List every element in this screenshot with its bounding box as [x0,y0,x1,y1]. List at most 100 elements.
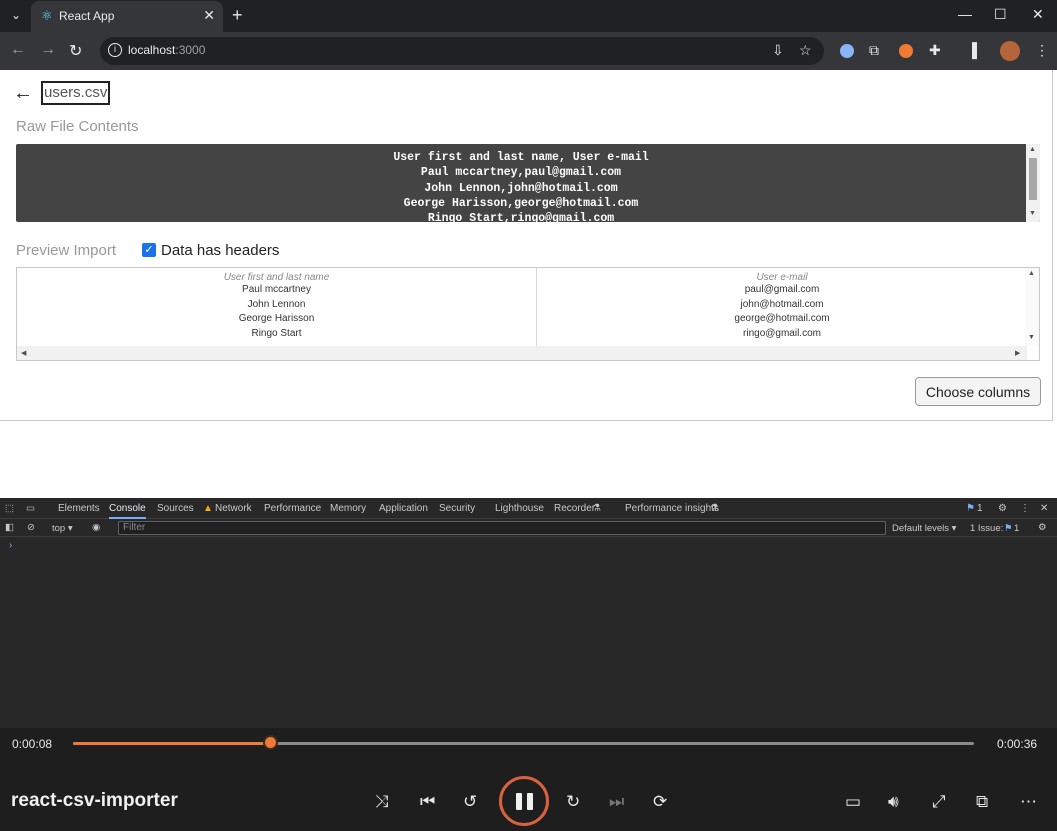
raw-file-contents[interactable]: User first and last name, User e-mail Pa… [16,144,1040,222]
captions-icon[interactable]: ▭ [845,792,861,812]
minimize-icon[interactable]: — [958,6,972,22]
scroll-left-icon[interactable]: ◀ [21,349,26,357]
new-tab-icon[interactable]: + [232,5,243,26]
browser-menu-icon[interactable]: ⋮ [1035,42,1049,59]
address-bar[interactable]: i localhost:3000 [100,37,824,65]
issues-count[interactable]: 1 [977,503,983,514]
tab-lighthouse[interactable]: Lighthouse [495,503,544,514]
tab-elements[interactable]: Elements [58,503,100,514]
console-toolbar: ◧ ⊘ top ▾ ◉ Filter Default levels ▾ 1 Is… [0,519,1057,537]
context-select[interactable]: top ▾ [52,523,73,534]
preview-heading: Preview Import [16,242,117,259]
raw-scrollbar[interactable]: ▲ ▼ [1026,144,1040,222]
preview-table: User first and last name Paul mccartney … [16,267,1040,361]
live-expression-eye-icon[interactable]: ◉ [92,522,100,533]
mini-player-icon[interactable]: ⧉ [976,792,988,812]
console-prompt[interactable]: › [9,540,12,551]
react-logo-icon: ⚛ [41,8,53,23]
tab-security[interactable]: Security [439,503,475,514]
tab-sources[interactable]: Sources [157,503,194,514]
table-cell: Paul mccartney [242,284,311,295]
scroll-up-icon[interactable]: ▲ [1028,270,1035,277]
scroll-thumb[interactable] [1029,158,1037,200]
device-toolbar-icon[interactable]: ▭ [26,503,35,514]
bookmark-star-icon[interactable]: ☆ [799,42,812,59]
tab-performance-insights[interactable]: Performance insights [625,503,719,514]
tab-title: React App [59,9,115,23]
fullscreen-icon[interactable]: ⤢ [932,792,946,812]
video-title: react-csv-importer [11,790,178,811]
seek-handle[interactable] [263,735,279,750]
install-app-icon[interactable]: ⇩ [772,42,784,59]
tab-network[interactable]: Network [215,503,252,514]
table-cell: Ringo Start [251,328,302,340]
recorder-flask-icon: ⚗ [592,503,601,514]
shuffle-icon[interactable]: ⤨ [375,792,389,812]
pause-icon [527,793,533,810]
media-player: 0:00:08 0:00:36 react-csv-importer ⤨ ⏮ ↺… [0,728,1057,831]
tab-close-icon[interactable]: ✕ [203,7,215,24]
column-header: User first and last name [223,272,330,283]
headers-checkbox[interactable]: ✓ [142,243,156,257]
current-time: 0:00:08 [12,737,53,751]
repeat-icon[interactable]: ⟳ [653,792,667,812]
importer-card: ← users.csv Raw File Contents User first… [0,70,1053,421]
file-name: users.csv [41,81,111,105]
scroll-right-icon[interactable]: ▶ [1015,349,1020,357]
choose-columns-button[interactable]: Choose columns [915,377,1041,406]
side-panel-icon[interactable]: ▌ [972,42,982,58]
forward-nav-icon[interactable]: → [40,41,56,59]
issues-icon[interactable]: ⚑ [966,503,975,514]
extension-icon[interactable] [840,44,854,58]
issue-badge-count[interactable]: 1 [1014,523,1019,534]
forward-30-icon[interactable]: ↻ [566,792,580,812]
previous-icon[interactable]: ⏮ [420,792,435,812]
settings-gear-icon[interactable]: ⚙ [998,503,1007,514]
extension-3-icon[interactable] [899,44,913,58]
table-vertical-scrollbar[interactable]: ▲ ▼ [1025,268,1039,346]
tab-performance[interactable]: Performance [264,503,321,514]
inspect-element-icon[interactable]: ⬚ [5,503,14,514]
table-cell: ringo@gmail.com [743,328,821,340]
tab-search-icon[interactable]: ⌄ [6,5,26,25]
site-info-icon[interactable]: i [108,43,122,57]
console-settings-icon[interactable]: ⚙ [1038,522,1047,533]
console-filter-input[interactable]: Filter [118,521,886,535]
tab-application[interactable]: Application [379,503,428,514]
scroll-up-icon[interactable]: ▲ [1029,146,1036,153]
rewind-10-icon[interactable]: ↺ [463,792,477,812]
log-levels-select[interactable]: Default levels ▾ [892,523,956,534]
column-header: User e-mail [756,272,808,283]
reload-icon[interactable]: ↻ [69,41,82,61]
issues-text[interactable]: 1 Issue: [970,523,1003,534]
pause-button[interactable] [499,776,549,826]
browser-tab[interactable]: ⚛ React App ✕ [31,1,223,32]
scroll-down-icon[interactable]: ▼ [1029,210,1036,217]
network-warning-icon: ▲ [203,503,213,514]
browser-toolbar: ← → ↻ i localhost:3000 ⇩ ☆ ⧉ ✚ ▌ ⋮ [0,32,1057,70]
raw-text: User first and last name, User e-mail Pa… [393,151,649,222]
volume-icon[interactable]: 🔊︎ [888,792,899,812]
extension-2-icon[interactable]: ⧉ [869,42,879,59]
window-close-icon[interactable]: ✕ [1032,6,1044,23]
profile-avatar[interactable] [1000,41,1020,61]
back-nav-icon[interactable]: ← [10,41,26,59]
tab-memory[interactable]: Memory [330,503,366,514]
extensions-puzzle-icon[interactable]: ✚ [929,42,941,59]
tab-console[interactable]: Console [109,503,146,519]
seek-bar[interactable] [73,742,974,745]
issue-flag-icon[interactable]: ⚑ [1004,523,1013,534]
more-options-icon[interactable]: ⋯ [1020,792,1037,812]
back-arrow-icon[interactable]: ← [13,82,33,105]
seek-progress [73,742,272,745]
headers-checkbox-label[interactable]: Data has headers [161,242,279,259]
console-sidebar-icon[interactable]: ◧ [5,522,14,533]
scroll-down-icon[interactable]: ▼ [1028,334,1035,341]
maximize-icon[interactable]: ☐ [994,6,1007,23]
tab-recorder[interactable]: Recorder [554,503,595,514]
next-icon[interactable]: ⏭ [609,792,624,812]
table-horizontal-scrollbar[interactable]: ◀ ▶ [17,346,1027,360]
devtools-menu-icon[interactable]: ⋮ [1020,503,1030,514]
clear-console-icon[interactable]: ⊘ [27,522,35,533]
devtools-close-icon[interactable]: ✕ [1040,503,1048,514]
